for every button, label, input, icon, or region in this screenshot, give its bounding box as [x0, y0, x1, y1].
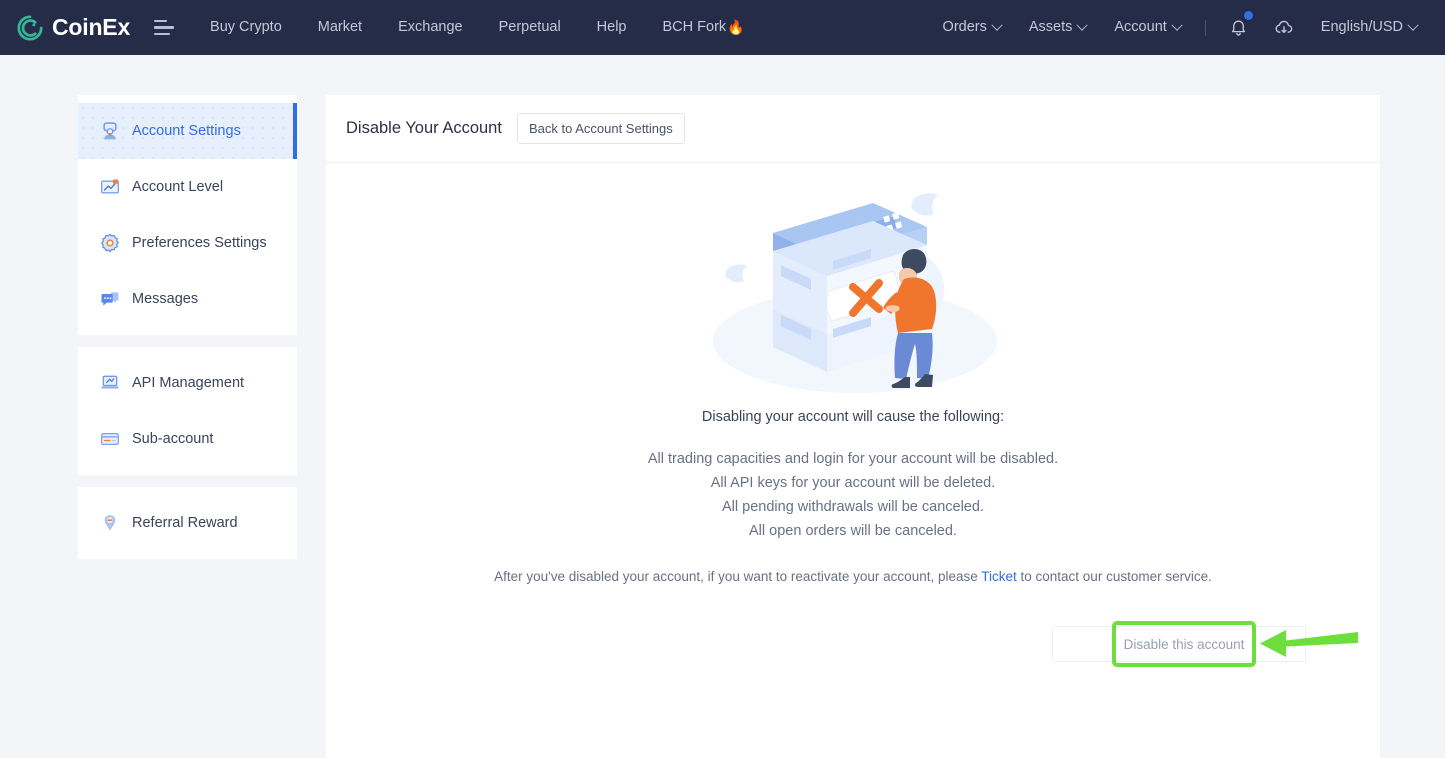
main-content-card: Disable Your Account Back to Account Set…	[326, 95, 1380, 758]
cloud-download-icon	[1275, 20, 1293, 33]
disable-this-account-button[interactable]: Disable this account	[1112, 621, 1256, 667]
sidebar-item-label: Account Level	[132, 179, 224, 195]
consequences-list: All trading capacities and login for you…	[326, 447, 1380, 543]
gear-icon	[101, 233, 119, 253]
back-to-account-settings-button[interactable]: Back to Account Settings	[516, 113, 685, 144]
nav-market[interactable]: Market	[300, 0, 380, 55]
laptop-icon	[101, 375, 119, 389]
sidebar-group-rewards: Referral Reward	[78, 487, 297, 559]
language-currency-selector[interactable]: English/USD	[1307, 0, 1431, 55]
chevron-down-icon	[1076, 19, 1089, 31]
nav-help[interactable]: Help	[579, 0, 645, 55]
content-header: Disable Your Account Back to Account Set…	[326, 95, 1380, 163]
secondary-nav-links: Orders Assets Account English/USD	[929, 0, 1431, 55]
nav-account[interactable]: Account	[1100, 0, 1194, 55]
nav-assets-label: Assets	[1028, 19, 1073, 35]
brand-logo[interactable]: CoinEx	[16, 14, 130, 42]
sidebar-item-account-level[interactable]: Account Level	[78, 159, 297, 215]
nav-market-label: Market	[317, 19, 363, 35]
hamburger-menu-icon[interactable]	[154, 19, 176, 36]
hamburger-line	[154, 32, 171, 36]
ticket-link[interactable]: Ticket	[981, 569, 1017, 584]
page-title: Disable Your Account	[346, 119, 502, 137]
sidebar-item-preferences-settings[interactable]: Preferences Settings	[78, 215, 297, 271]
nav-orders[interactable]: Orders	[929, 0, 1015, 55]
bell-icon	[1231, 20, 1245, 36]
sidebar-item-messages[interactable]: Messages	[78, 271, 297, 327]
nav-bch-fork[interactable]: BCH Fork 🔥	[645, 0, 763, 55]
nav-bch-fork-label: BCH Fork	[662, 19, 727, 35]
server-cabinet-with-person-holding-x-paper-illustration	[713, 193, 997, 393]
notification-badge	[1243, 11, 1253, 20]
sidebar-group-developer: API Management Sub-account	[78, 347, 297, 475]
sidebar-item-label: API Management	[132, 375, 245, 391]
sidebar-item-label: Referral Reward	[132, 515, 238, 531]
fire-icon: 🔥	[727, 19, 745, 35]
consequence-item: All open orders will be canceled.	[749, 523, 957, 539]
nav-help-label: Help	[596, 19, 627, 35]
sidebar-item-label: Messages	[132, 291, 199, 307]
user-avatar-icon	[103, 122, 117, 140]
consequence-item: All trading capacities and login for you…	[647, 451, 1059, 467]
brand-name: CoinEx	[52, 14, 131, 40]
sidebar-item-referral-reward[interactable]: Referral Reward	[78, 495, 297, 551]
nav-exchange-label: Exchange	[398, 19, 463, 35]
note-text-before: After you've disabled your account, if y…	[494, 569, 982, 584]
coinex-logo-icon	[17, 14, 43, 41]
sidebar-item-label: Account Settings	[132, 123, 241, 139]
gift-balloon-icon	[104, 515, 116, 531]
action-area: Disable this account	[326, 621, 1380, 686]
nav-orders-label: Orders	[942, 19, 987, 35]
card-icon	[101, 432, 119, 446]
download-app-button[interactable]	[1261, 18, 1307, 38]
nav-exchange[interactable]: Exchange	[380, 0, 481, 55]
sidebar-item-label: Preferences Settings	[132, 235, 267, 251]
sidebar-group-account: Account Settings Account Level Preferenc…	[78, 95, 297, 335]
sidebar: Account Settings Account Level Preferenc…	[78, 95, 297, 758]
message-bubble-icon	[101, 292, 119, 306]
lead-text: Disabling your account will cause the fo…	[701, 409, 1005, 425]
nav-account-label: Account	[1114, 19, 1167, 35]
consequence-item: All pending withdrawals will be canceled…	[722, 499, 984, 515]
chart-growth-icon	[101, 179, 119, 194]
sidebar-item-account-settings[interactable]: Account Settings	[78, 103, 297, 159]
nav-buy-crypto[interactable]: Buy Crypto	[192, 0, 300, 55]
left-pointing-arrow-annotation	[1260, 630, 1358, 657]
reactivation-note: After you've disabled your account, if y…	[326, 569, 1380, 584]
page-body: Account Settings Account Level Preferenc…	[0, 55, 1445, 758]
disable-button-row: Disable this account	[326, 621, 1380, 670]
language-currency-label: English/USD	[1320, 19, 1403, 35]
sidebar-item-api-management[interactable]: API Management	[78, 355, 297, 411]
chevron-down-icon	[991, 19, 1003, 31]
consequence-item: All API keys for your account will be de…	[710, 475, 996, 491]
primary-nav-links: Buy Crypto Market Exchange Perpetual Hel…	[192, 0, 763, 55]
chevron-down-icon	[1407, 19, 1419, 31]
chevron-down-icon	[1171, 19, 1183, 31]
nav-buy-crypto-label: Buy Crypto	[210, 19, 282, 35]
content-body: Disabling your account will cause the fo…	[326, 163, 1380, 686]
sidebar-item-label: Sub-account	[132, 431, 214, 447]
hamburger-line	[154, 19, 168, 23]
hamburger-line	[154, 26, 175, 29]
note-text-after: to contact our customer service.	[1016, 569, 1212, 584]
sidebar-item-sub-account[interactable]: Sub-account	[78, 411, 297, 467]
nav-perpetual[interactable]: Perpetual	[481, 0, 579, 55]
notifications-button[interactable]	[1216, 11, 1261, 37]
top-navigation-bar: CoinEx Buy Crypto Market Exchange Perpet…	[0, 0, 1445, 55]
nav-assets[interactable]: Assets	[1015, 0, 1101, 55]
nav-divider	[1204, 19, 1206, 36]
nav-perpetual-label: Perpetual	[498, 19, 561, 35]
